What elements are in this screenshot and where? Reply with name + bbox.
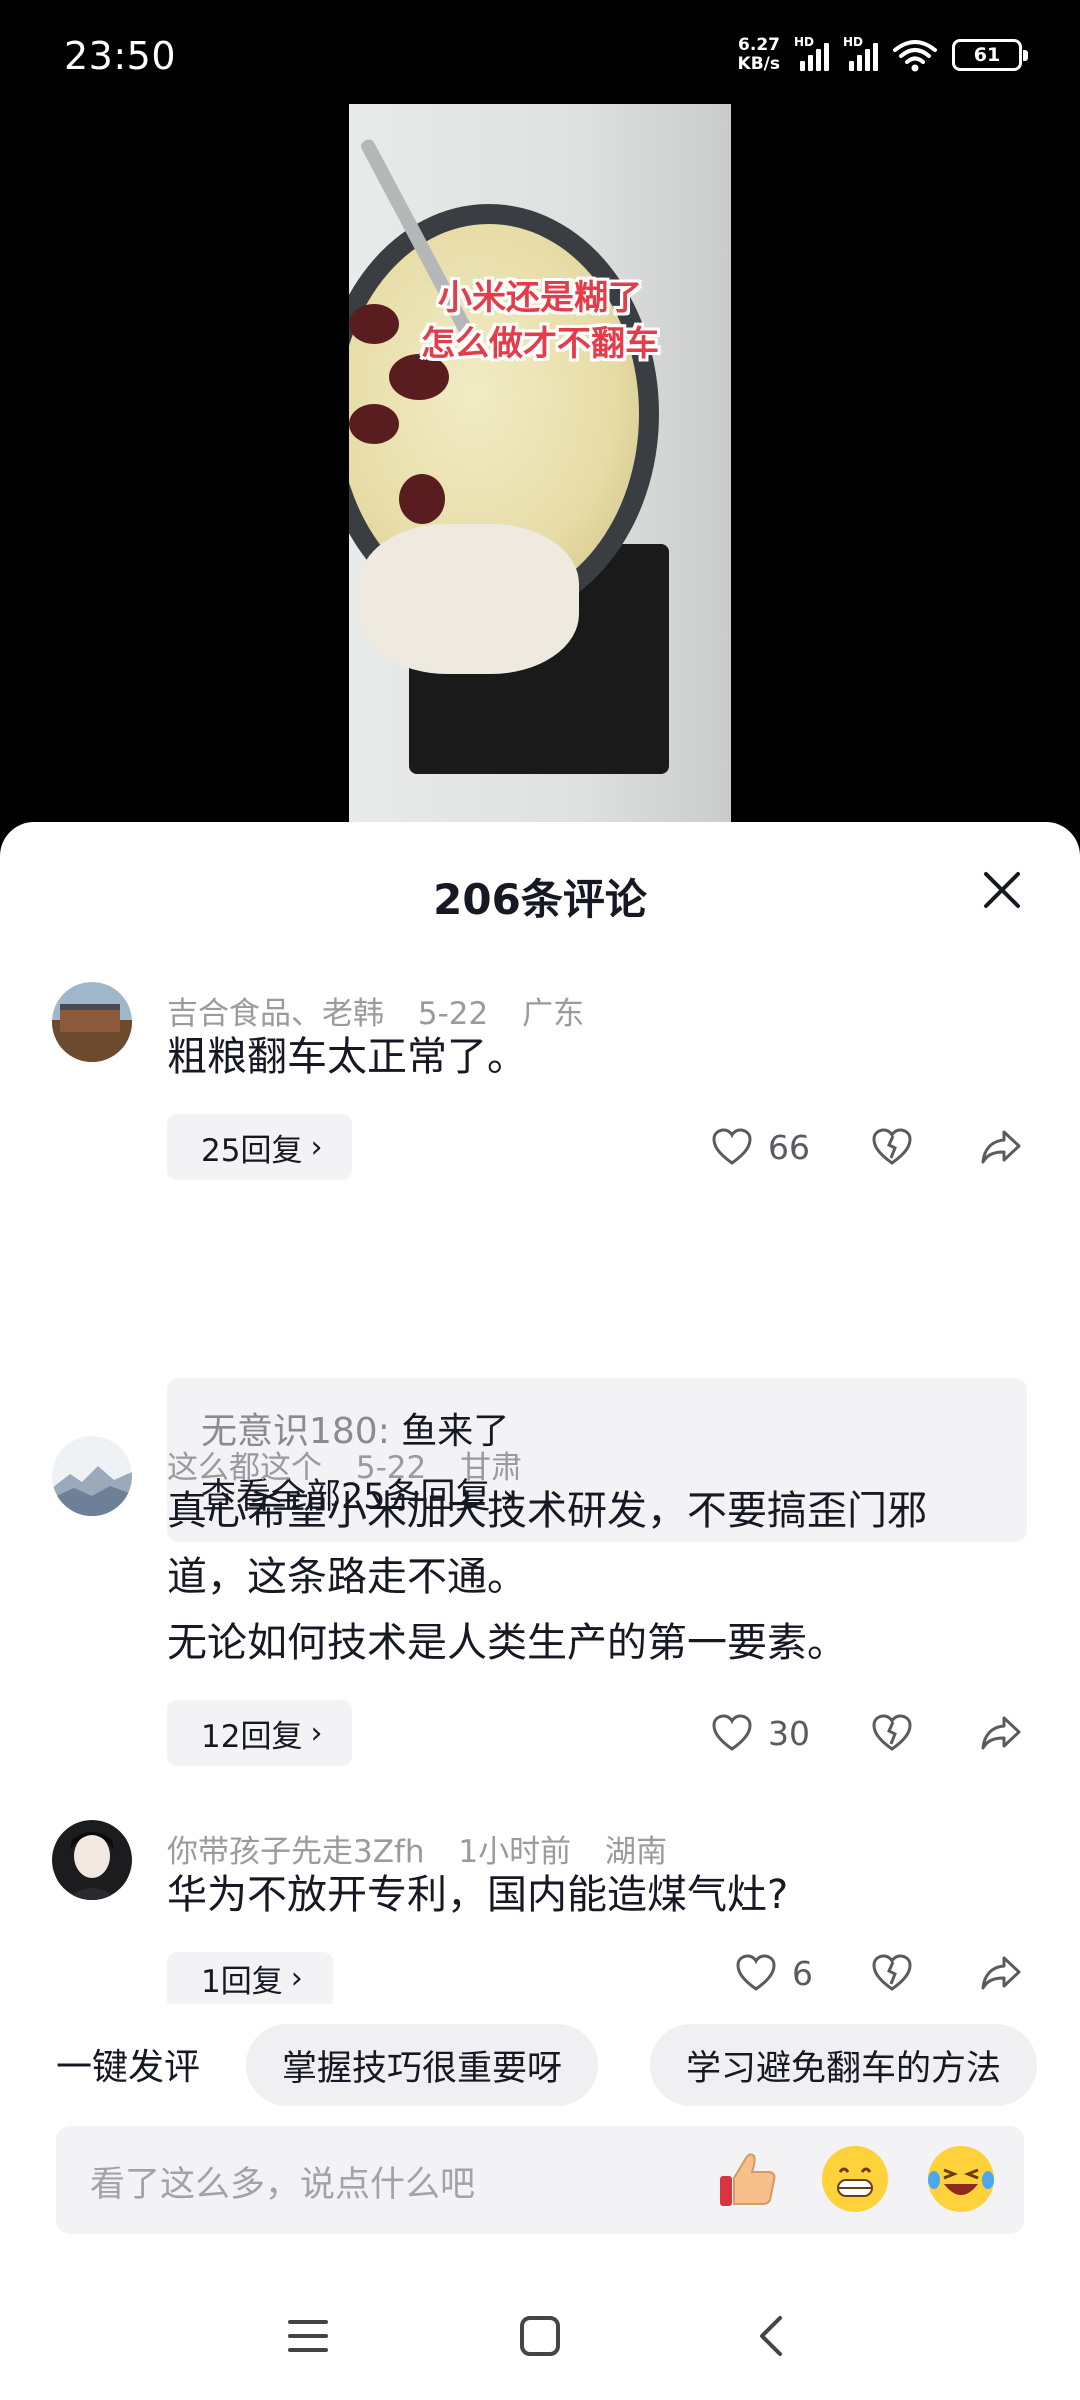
video-caption-line1: 小米还是糊了: [438, 278, 642, 318]
comment-text-line: 道，这条路走不通。: [167, 1554, 527, 1600]
menu-icon: [288, 2320, 328, 2352]
heart-icon: [736, 1954, 776, 1991]
signal-icon: HD: [794, 35, 829, 71]
like-count: 6: [792, 1953, 813, 1993]
close-icon: [984, 872, 1020, 908]
video-player[interactable]: 小米还是糊了 怎么做才不翻车: [349, 104, 731, 826]
clock: 23:50: [64, 34, 177, 78]
quick-comment-label: 一键发评: [56, 2047, 201, 2088]
comment-actions: 6: [0, 1940, 1080, 2006]
comment-item: 这么都这个 5-22 甘肃 真心希望小米加大技术研发，不要搞歪门邪 道，这条路走…: [0, 1436, 1080, 1796]
wifi-icon: [893, 40, 937, 72]
back-button[interactable]: [742, 2306, 802, 2366]
heart-icon: [712, 1714, 752, 1751]
comment-text-line: 真心希望小米加大技术研发，不要搞歪门邪: [167, 1488, 927, 1534]
suggestion-chip[interactable]: 学习避免翻车的方法: [650, 2024, 1038, 2106]
like-button[interactable]: 6: [736, 1940, 813, 2006]
share-arrow-icon: [981, 1716, 1021, 1750]
share-arrow-icon: [981, 1130, 1021, 1164]
network-speed: 6.27 KB/s: [738, 36, 780, 74]
battery-level: 61: [973, 44, 1001, 66]
laugh-tears-icon[interactable]: [928, 2146, 994, 2212]
avatar[interactable]: [52, 982, 132, 1062]
avatar[interactable]: [52, 1820, 132, 1900]
share-button[interactable]: [980, 1114, 1022, 1180]
thumbs-up-icon[interactable]: [716, 2146, 782, 2212]
like-button[interactable]: 30: [712, 1700, 810, 1766]
comment-text-line: 无论如何技术是人类生产的第一要素。: [167, 1620, 847, 1666]
network-speed-value: 6.27: [738, 35, 780, 55]
grin-icon[interactable]: [822, 2146, 888, 2212]
avatar[interactable]: [52, 1436, 132, 1516]
like-count: 66: [768, 1127, 810, 1167]
video-caption-line2: 怎么做才不翻车: [421, 324, 659, 364]
suggestion-chip[interactable]: 掌握技巧很重要呀: [246, 2024, 599, 2106]
signal-hd-label: HD: [794, 35, 815, 49]
heart-icon: [712, 1128, 752, 1165]
like-count: 30: [768, 1713, 810, 1753]
comment-actions: 30: [0, 1700, 1080, 1766]
comment-input-bar[interactable]: 看了这么多，说点什么吧: [56, 2126, 1024, 2234]
comment-actions: 66: [0, 1114, 1080, 1180]
comment-text: 华为不放开专利，国内能造煤气灶?: [167, 1872, 789, 1918]
back-icon: [760, 2316, 782, 2356]
share-arrow-icon: [981, 1956, 1021, 1990]
signal-hd-label-2: HD: [843, 35, 864, 49]
broken-heart-icon: [872, 1128, 912, 1165]
dislike-button[interactable]: [872, 1700, 912, 1766]
dislike-button[interactable]: [872, 1114, 912, 1180]
home-square-icon: [520, 2316, 560, 2356]
comment-text: 真心希望小米加大技术研发，不要搞歪门邪 道，这条路走不通。 无论如何技术是人类生…: [167, 1478, 1047, 1676]
network-speed-unit: KB/s: [737, 54, 780, 74]
system-nav-bar: [0, 2280, 1080, 2400]
share-button[interactable]: [980, 1700, 1022, 1766]
comment-input-placeholder[interactable]: 看了这么多，说点什么吧: [90, 2156, 475, 2207]
comments-title: 206条评论: [433, 875, 647, 924]
like-button[interactable]: 66: [712, 1114, 810, 1180]
status-icons: 6.27 KB/s HD HD 61: [738, 35, 1028, 74]
battery-icon: 61: [952, 39, 1028, 71]
home-button[interactable]: [510, 2306, 570, 2366]
status-bar: 23:50 6.27 KB/s HD HD 61: [0, 0, 1080, 110]
comment-text: 粗粮翻车太正常了。: [167, 1034, 527, 1080]
broken-heart-icon: [872, 1954, 912, 1991]
signal-icon-2: HD: [843, 35, 878, 71]
dislike-button[interactable]: [872, 1940, 912, 2006]
quick-comment-row: 一键发评 掌握技巧很重要呀 学习避免翻车的方法: [0, 2024, 1080, 2106]
broken-heart-icon: [872, 1714, 912, 1751]
recents-button[interactable]: [278, 2306, 338, 2366]
share-button[interactable]: [980, 1940, 1022, 2006]
close-button[interactable]: [974, 862, 1030, 918]
